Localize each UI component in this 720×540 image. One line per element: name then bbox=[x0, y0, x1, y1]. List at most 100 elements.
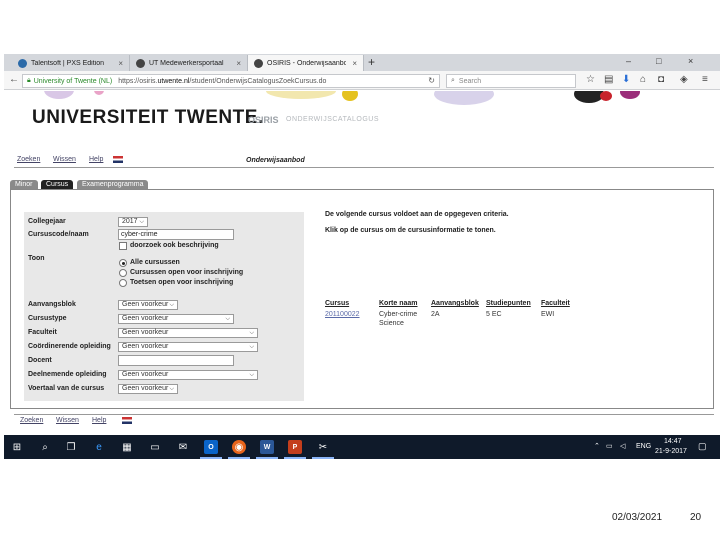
home-icon[interactable]: ⌂ bbox=[640, 74, 646, 86]
clock-date[interactable]: 21-9-2017 bbox=[655, 448, 687, 455]
cursustype-label: Cursustype bbox=[28, 315, 67, 322]
uk-flag-icon[interactable] bbox=[113, 156, 123, 163]
toon-option-toetsen: Toetsen open voor inschrijving bbox=[130, 279, 234, 286]
zoeken-link[interactable]: Zoeken bbox=[20, 417, 43, 424]
store-icon[interactable]: ▦ bbox=[120, 440, 134, 454]
network-icon[interactable]: ▭ bbox=[606, 442, 613, 450]
toon-option-cursussen: Cursussen open voor inschrijving bbox=[130, 269, 244, 276]
task-view-icon[interactable]: ❐ bbox=[64, 440, 78, 454]
extension-icon[interactable]: ◈ bbox=[680, 74, 688, 86]
close-icon[interactable]: × bbox=[352, 59, 357, 68]
navigation-bar: ← 🔒︎ University of Twente (NL) https://o… bbox=[4, 71, 720, 90]
pocket-icon[interactable]: ◘ bbox=[658, 74, 664, 86]
chevron-down-icon: ⌵ bbox=[225, 316, 230, 322]
decorative-blob bbox=[342, 91, 358, 101]
search-icon[interactable]: ⌕ bbox=[38, 440, 52, 454]
course-start-block: 2A bbox=[431, 311, 440, 318]
tab-cursus[interactable]: Cursus bbox=[41, 180, 74, 189]
tray-chevron-icon[interactable]: ⌃ bbox=[594, 442, 600, 450]
deelnemende-select[interactable]: Geen voorkeur ⌵ bbox=[118, 370, 258, 380]
column-header-studiepunten[interactable]: Studiepunten bbox=[486, 300, 531, 307]
star-icon[interactable]: ☆ bbox=[586, 74, 595, 86]
wissen-link[interactable]: Wissen bbox=[56, 417, 79, 424]
url-text: https://osiris.utwente.nl/student/Onderw… bbox=[118, 77, 327, 85]
aanvangsblok-select[interactable]: Geen voorkeur ⌵ bbox=[118, 300, 178, 310]
page-header: UNIVERSITEIT TWENTE. OSIRIS ONDERWIJSCAT… bbox=[4, 91, 720, 149]
wissen-link[interactable]: Wissen bbox=[53, 156, 76, 163]
coordinerende-select[interactable]: Geen voorkeur ⌵ bbox=[118, 342, 258, 352]
browser-tab-medewerkersportaal[interactable]: UT Medewerkersportaal × bbox=[130, 55, 248, 71]
toon-radio-toetsen[interactable] bbox=[119, 279, 127, 287]
docent-input[interactable] bbox=[118, 355, 234, 366]
faculteit-select[interactable]: Geen voorkeur ⌵ bbox=[118, 328, 258, 338]
mail-icon[interactable]: ✉ bbox=[176, 440, 190, 454]
minimize-button[interactable]: – bbox=[626, 56, 631, 66]
file-explorer-icon[interactable]: ▭ bbox=[148, 440, 162, 454]
maximize-button[interactable]: □ bbox=[656, 56, 661, 66]
reload-icon[interactable]: ↻ bbox=[428, 76, 435, 85]
top-link-bar: Zoeken Wissen Help bbox=[14, 154, 714, 168]
column-header-aanvangsblok[interactable]: Aanvangsblok bbox=[431, 300, 479, 307]
decorative-blob bbox=[434, 91, 494, 105]
volume-icon[interactable]: ◁ bbox=[620, 442, 625, 450]
running-indicator bbox=[312, 457, 334, 459]
cursustype-select[interactable]: Geen voorkeur ⌵ bbox=[118, 314, 234, 324]
address-bar[interactable]: 🔒︎ University of Twente (NL) https://osi… bbox=[22, 74, 440, 88]
uk-flag-icon[interactable] bbox=[122, 417, 132, 424]
outlook-icon[interactable]: O bbox=[204, 440, 218, 454]
search-icon: ⌕ bbox=[451, 77, 455, 84]
zoeken-link[interactable]: Zoeken bbox=[17, 156, 40, 163]
snipping-tool-icon[interactable]: ✂ bbox=[316, 440, 330, 454]
firefox-icon[interactable]: ◉ bbox=[232, 440, 246, 454]
browser-tab-talentsoft[interactable]: Talentsoft | PXS Edition × bbox=[12, 55, 130, 71]
reading-list-icon[interactable]: ▤ bbox=[604, 74, 613, 86]
voertaal-label: Voertaal van de cursus bbox=[28, 385, 105, 392]
course-code-link[interactable]: 201100022 bbox=[325, 310, 360, 319]
new-tab-button[interactable]: + bbox=[368, 55, 375, 70]
close-window-button[interactable]: × bbox=[688, 56, 693, 66]
search-input[interactable]: ⌕ Search bbox=[446, 74, 576, 88]
close-icon[interactable]: × bbox=[118, 59, 123, 68]
column-header-cursus[interactable]: Cursus bbox=[325, 300, 349, 307]
coordinerende-label: Coördinerende opleiding bbox=[28, 343, 111, 350]
toon-radio-cursussen[interactable] bbox=[119, 269, 127, 277]
lock-icon: 🔒︎ bbox=[27, 77, 31, 84]
menu-icon[interactable]: ≡ bbox=[702, 74, 708, 86]
running-indicator bbox=[228, 457, 250, 459]
tab-examenprogramma[interactable]: Examenprogramma bbox=[77, 180, 149, 189]
windows-start-icon[interactable]: ⊞ bbox=[10, 440, 24, 454]
column-header-korte-naam[interactable]: Korte naam bbox=[379, 300, 418, 307]
toon-option-alle: Alle cursussen bbox=[130, 259, 180, 266]
browser-tab-osiris[interactable]: OSIRIS - Onderwijsaanbod × bbox=[248, 55, 364, 71]
close-icon[interactable]: × bbox=[236, 59, 241, 68]
help-link[interactable]: Help bbox=[89, 156, 103, 163]
course-credits: 5 EC bbox=[486, 311, 502, 318]
voertaal-select[interactable]: Geen voorkeur ⌵ bbox=[118, 384, 178, 394]
app-name: OSIRIS bbox=[248, 115, 279, 125]
download-icon[interactable]: ⬇ bbox=[622, 74, 630, 86]
back-icon[interactable]: ← bbox=[9, 74, 19, 86]
results-intro: De volgende cursus voldoet aan de opgege… bbox=[325, 211, 509, 218]
slide-page-number: 20 bbox=[690, 512, 702, 523]
doorzoek-checkbox[interactable] bbox=[119, 242, 127, 250]
collegejaar-label: Collegejaar bbox=[28, 218, 66, 225]
bottom-link-bar: Zoeken Wissen Help bbox=[14, 414, 714, 428]
column-header-faculteit[interactable]: Faculteit bbox=[541, 300, 570, 307]
tab-label: UT Medewerkersportaal bbox=[149, 59, 224, 67]
edge-browser-icon[interactable]: e bbox=[92, 440, 106, 454]
powerpoint-icon[interactable]: P bbox=[288, 440, 302, 454]
word-icon[interactable]: W bbox=[260, 440, 274, 454]
windows-taskbar: ⊞ ⌕ ❐ e ▦ ▭ ✉ O ◉ W P ✂ ⌃ ▭ ◁ ENG 14:47 … bbox=[4, 435, 720, 459]
language-indicator[interactable]: ENG bbox=[636, 443, 651, 450]
tab-minor[interactable]: Minor bbox=[10, 180, 38, 189]
help-link[interactable]: Help bbox=[92, 417, 106, 424]
running-indicator bbox=[200, 457, 222, 459]
notifications-icon[interactable]: ▢ bbox=[698, 441, 707, 452]
chevron-down-icon: ⌵ bbox=[139, 219, 144, 225]
page-title: Onderwijsaanbod bbox=[246, 157, 305, 164]
cursuscode-input[interactable]: cyber-crime bbox=[118, 229, 234, 240]
deelnemende-label: Deelnemende opleiding bbox=[28, 371, 107, 378]
clock-time[interactable]: 14:47 bbox=[664, 438, 682, 445]
toon-radio-alle[interactable] bbox=[119, 259, 127, 267]
collegejaar-select[interactable]: 2017 ⌵ bbox=[118, 217, 148, 227]
